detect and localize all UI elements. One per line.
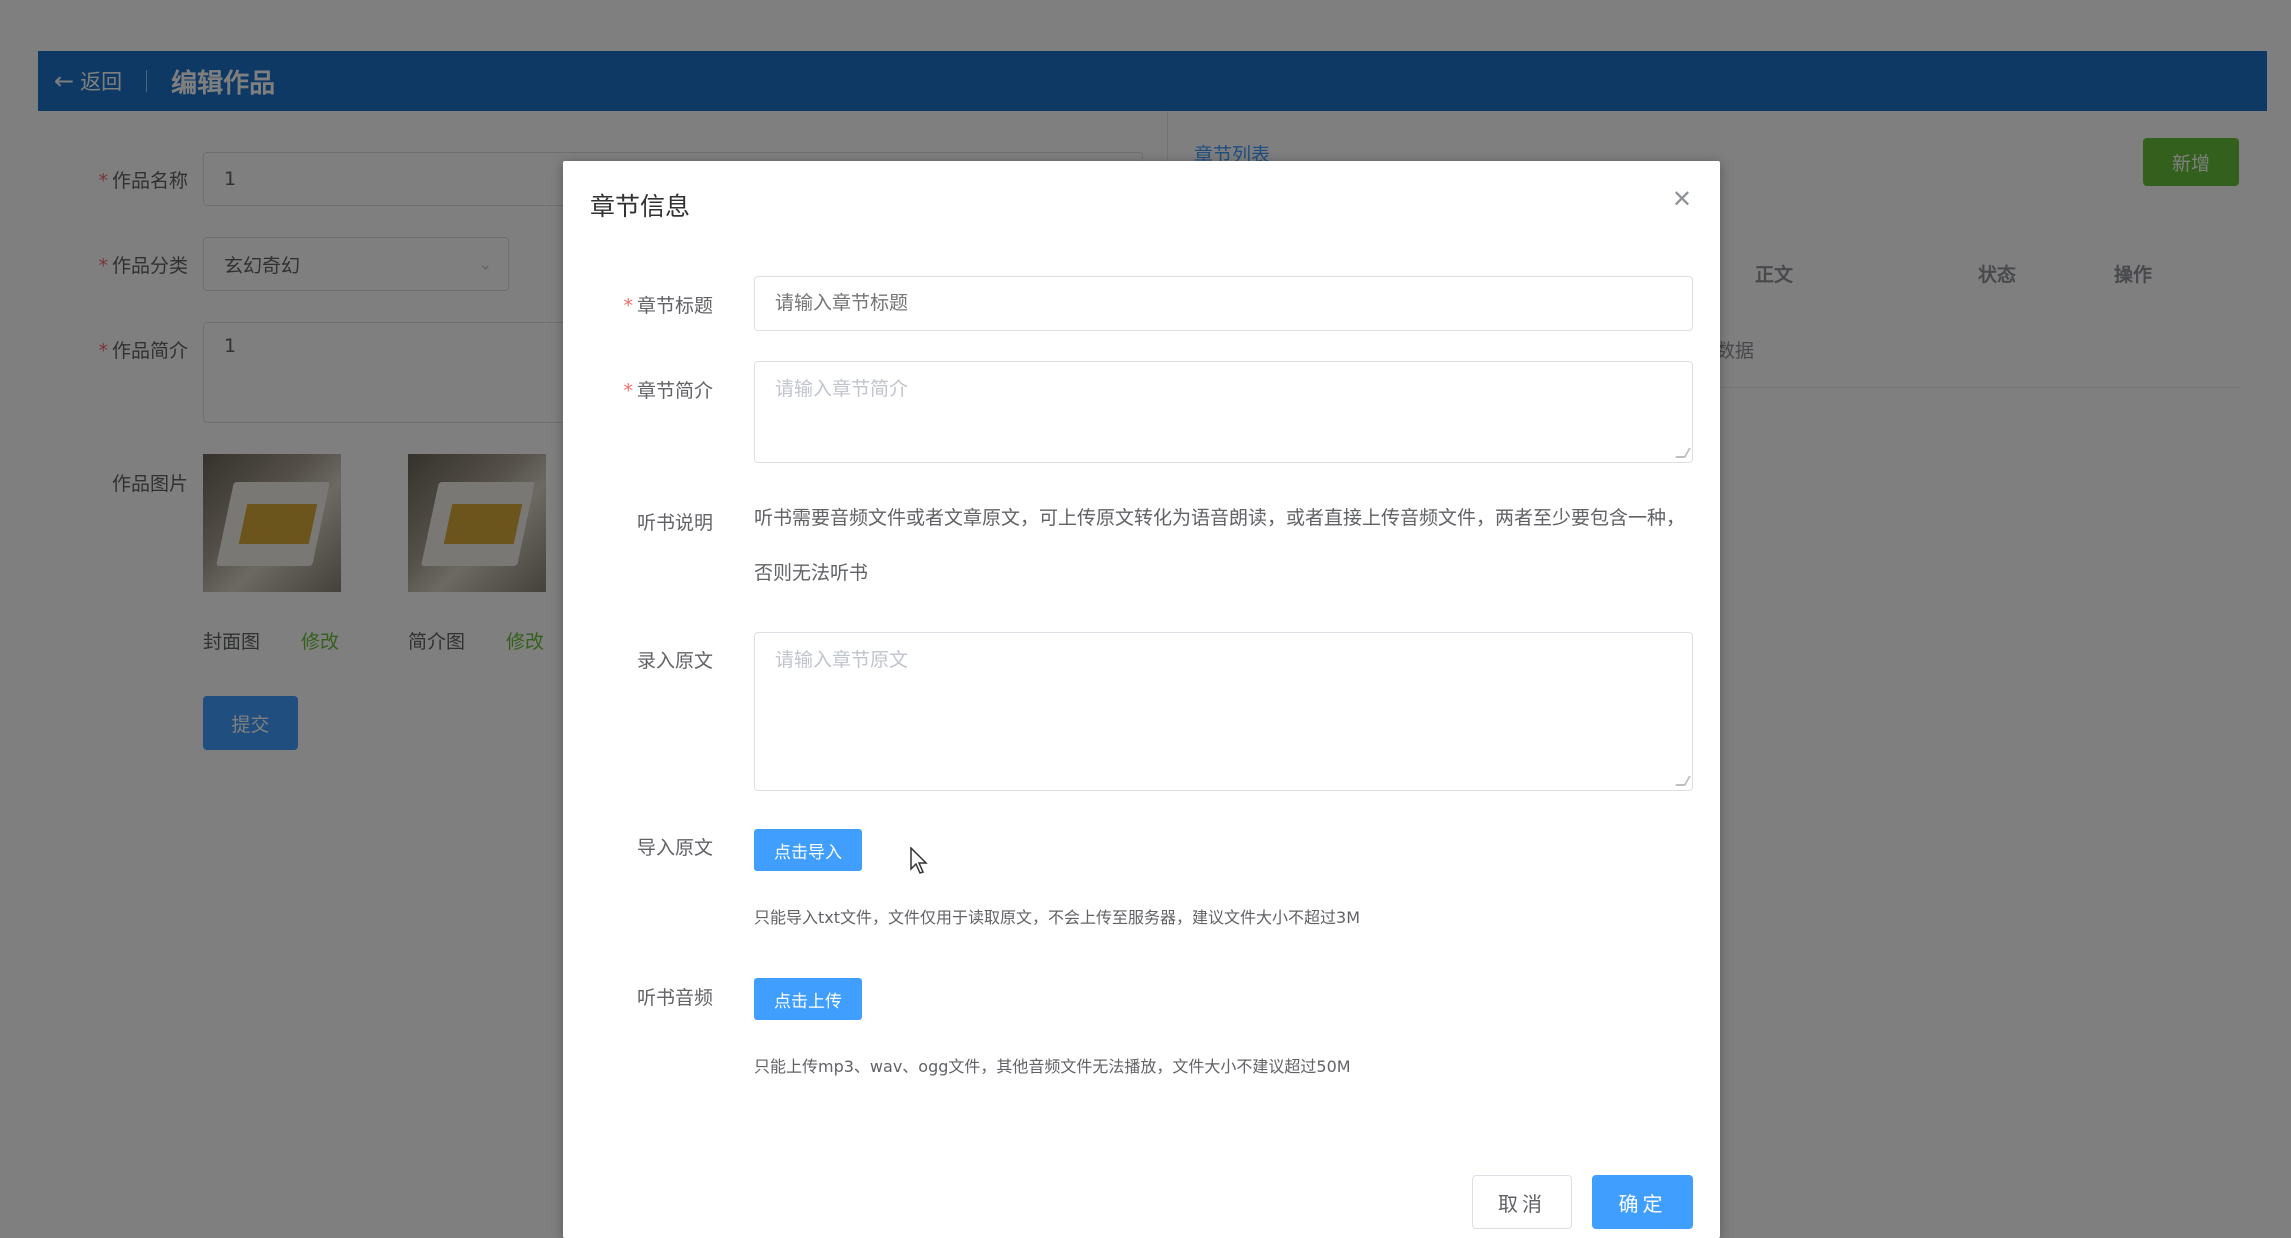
audio-desc-text: 听书需要音频文件或者文章原文，可上传原文转化为语音朗读，或者直接上传音频文件，两… (754, 507, 1686, 584)
confirm-button[interactable]: 确定 (1592, 1175, 1693, 1229)
resize-handle-icon[interactable] (1675, 776, 1691, 786)
close-icon[interactable]: ✕ (1672, 187, 1692, 211)
chapter-intro-textarea[interactable]: 请输入章节简介 (754, 361, 1693, 463)
raw-text-label: 录入原文 (636, 650, 713, 672)
import-tip: 只能导入txt文件，文件仅用于读取原文，不会上传至服务器，建议文件大小不超过3M (754, 908, 1361, 927)
import-text-label: 导入原文 (636, 837, 713, 859)
chapter-info-dialog: 章节信息 ✕ *章节标题 *章节简介 请输入章节简介 听书说明 听书需要音频文件… (563, 161, 1720, 1238)
upload-audio-button[interactable]: 点击上传 (754, 978, 862, 1020)
upload-tip: 只能上传mp3、wav、ogg文件，其他音频文件无法播放，文件大小不建议超过50… (754, 1057, 1351, 1076)
import-button[interactable]: 点击导入 (754, 829, 862, 871)
chapter-title-label: * 章节标题 (623, 295, 713, 317)
chapter-intro-label: * 章节简介 (623, 380, 713, 402)
raw-text-textarea[interactable]: 请输入章节原文 (754, 632, 1693, 791)
cancel-button[interactable]: 取消 (1472, 1175, 1572, 1229)
dialog-title: 章节信息 (590, 192, 691, 221)
audio-desc-label: 听书说明 (636, 512, 713, 534)
audio-label: 听书音频 (636, 987, 713, 1009)
chapter-title-input[interactable] (754, 276, 1693, 331)
resize-handle-icon[interactable] (1675, 448, 1691, 458)
